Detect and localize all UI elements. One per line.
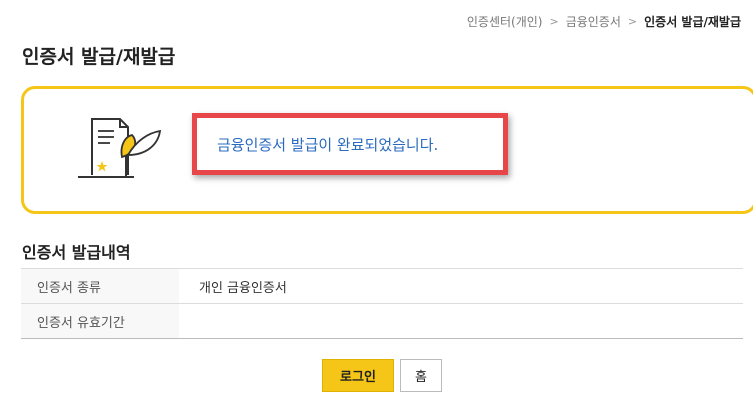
issuance-result-box: 금융인증서 발급이 완료되었습니다. bbox=[21, 86, 753, 214]
breadcrumb-separator: > bbox=[627, 15, 638, 28]
breadcrumb: 인증센터(개인) > 금융인증서 > 인증서 발급/재발급 bbox=[467, 13, 741, 30]
home-button[interactable]: 홈 bbox=[400, 359, 442, 392]
breadcrumb-item-certificate-center[interactable]: 인증센터(개인) bbox=[467, 13, 543, 30]
breadcrumb-separator: > bbox=[549, 15, 559, 28]
breadcrumb-item-financial-certificate[interactable]: 금융인증서 bbox=[566, 13, 621, 30]
issuance-history-table: 인증서 종류 개인 금융인증서 인증서 유효기간 bbox=[21, 268, 743, 339]
issuance-history-title: 인증서 발급내역 bbox=[22, 243, 131, 262]
certificate-leaf-icon bbox=[78, 118, 162, 178]
validity-period-value bbox=[179, 303, 743, 339]
page-title: 인증서 발급/재발급 bbox=[22, 46, 176, 68]
table-row: 인증서 유효기간 bbox=[21, 303, 743, 339]
login-button[interactable]: 로그인 bbox=[322, 359, 394, 392]
certificate-type-value: 개인 금융인증서 bbox=[179, 268, 743, 304]
certificate-type-label: 인증서 종류 bbox=[21, 268, 179, 304]
message-highlight-frame: 금융인증서 발급이 완료되었습니다. bbox=[192, 113, 508, 175]
action-buttons: 로그인 홈 bbox=[322, 359, 442, 392]
table-row: 인증서 종류 개인 금융인증서 bbox=[21, 268, 743, 304]
issuance-complete-message: 금융인증서 발급이 완료되었습니다. bbox=[217, 135, 439, 154]
breadcrumb-item-current: 인증서 발급/재발급 bbox=[644, 15, 741, 29]
validity-period-label: 인증서 유효기간 bbox=[21, 303, 179, 339]
